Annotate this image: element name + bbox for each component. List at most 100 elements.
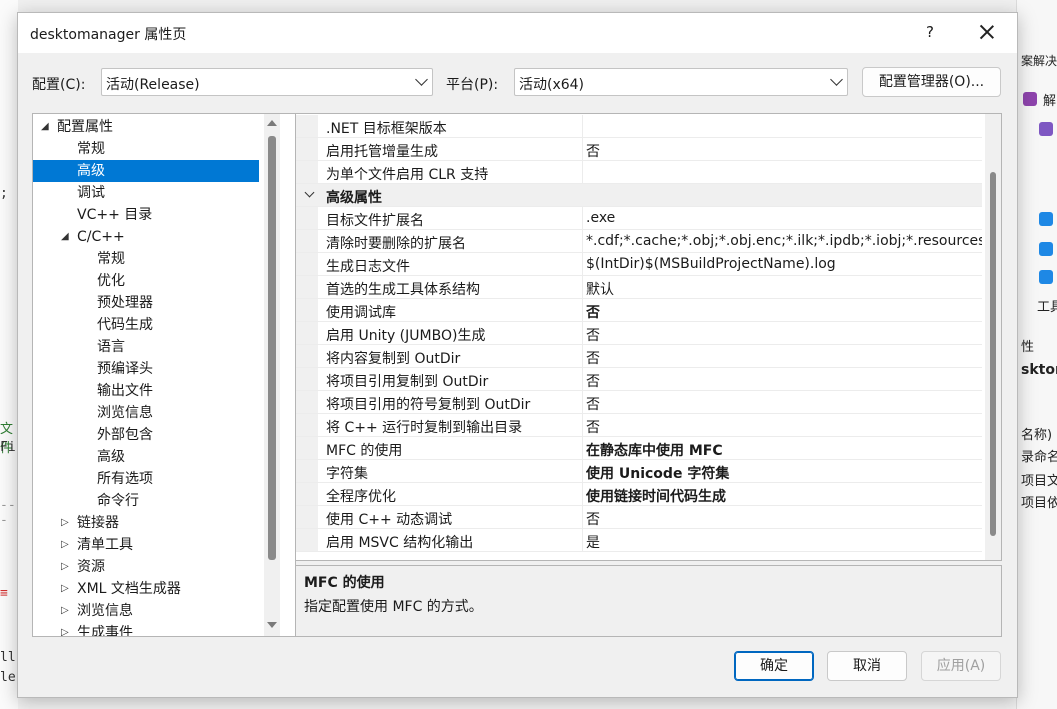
property-name: 启用 MSVC 结构化输出 xyxy=(326,535,474,551)
property-value[interactable]: 使用 Unicode 字符集 xyxy=(586,463,982,483)
tree-item[interactable]: VC++ 目录 xyxy=(33,204,259,226)
property-value[interactable]: 使用链接时间代码生成 xyxy=(586,486,982,506)
editor-fragment: ; xyxy=(0,186,8,201)
property-row[interactable]: 将 C++ 运行时复制到输出目录 否 xyxy=(296,414,982,437)
scroll-thumb[interactable] xyxy=(268,136,276,560)
tree-item[interactable]: 预处理器 xyxy=(33,292,259,314)
property-row[interactable]: 将内容复制到 OutDir 否 xyxy=(296,345,982,368)
tree-item[interactable]: ◢ 配置属性 xyxy=(33,116,259,138)
property-value[interactable]: 否 xyxy=(586,325,982,345)
tree-scrollbar[interactable] xyxy=(264,114,280,636)
config-manager-button[interactable]: 配置管理器(O)... xyxy=(862,67,1001,97)
property-row[interactable]: 全程序优化 使用链接时间代码生成 xyxy=(296,483,982,506)
grid-scrollbar[interactable] xyxy=(985,114,1001,560)
tree-item[interactable]: ▷ XML 文档生成器 xyxy=(33,578,259,600)
property-value[interactable]: 否 xyxy=(586,302,982,322)
expand-icon[interactable]: ▷ xyxy=(61,534,69,556)
column-separator xyxy=(582,161,583,183)
expand-icon[interactable]: ▷ xyxy=(61,622,69,636)
tree-item[interactable]: 所有选项 xyxy=(33,468,259,490)
property-value[interactable]: $(IntDir)$(MSBuildProjectName).log xyxy=(586,256,982,272)
column-separator xyxy=(582,460,583,482)
property-value[interactable]: *.cdf;*.cache;*.obj;*.obj.enc;*.ilk;*.ip… xyxy=(586,233,982,249)
tree-item[interactable]: 预编译头 xyxy=(33,358,259,380)
property-value[interactable]: 否 xyxy=(586,509,982,529)
property-row[interactable]: 清除时要删除的扩展名 *.cdf;*.cache;*.obj;*.obj.enc;… xyxy=(296,230,982,253)
category-row[interactable]: 高级属性 xyxy=(296,184,982,207)
property-name: .NET 目标框架版本 xyxy=(326,121,447,137)
tree-item[interactable]: ▷ 清单工具 xyxy=(33,534,259,556)
property-row[interactable]: 将项目引用复制到 OutDir 否 xyxy=(296,368,982,391)
property-value[interactable]: 是 xyxy=(586,532,982,552)
tree-item[interactable]: 调试 xyxy=(33,182,259,204)
property-value[interactable]: 否 xyxy=(586,371,982,391)
help-button[interactable]: ? xyxy=(920,23,940,43)
property-row[interactable]: 目标文件扩展名 .exe xyxy=(296,207,982,230)
expand-icon[interactable]: ▷ xyxy=(61,578,69,600)
tree-item[interactable]: 浏览信息 xyxy=(33,402,259,424)
file-icon xyxy=(1039,270,1053,284)
property-row[interactable]: 将项目引用的符号复制到 OutDir 否 xyxy=(296,391,982,414)
tree-item[interactable]: 高级 xyxy=(33,160,259,182)
collapse-icon[interactable]: ◢ xyxy=(41,116,49,138)
property-row[interactable]: 启用托管增量生成 否 xyxy=(296,138,982,161)
config-dropdown[interactable]: 活动(Release) xyxy=(101,68,433,96)
tree-item[interactable]: ▷ 浏览信息 xyxy=(33,600,259,622)
property-value[interactable]: 否 xyxy=(586,394,982,414)
ok-button[interactable]: 确定 xyxy=(734,651,814,681)
property-row[interactable]: MFC 的使用 在静态库中使用 MFC xyxy=(296,437,982,460)
tree-item[interactable]: ▷ 生成事件 xyxy=(33,622,259,636)
property-row[interactable]: .NET 目标框架版本 xyxy=(296,115,982,138)
property-name: MFC 的使用 xyxy=(326,443,403,459)
tree-item-label: 配置属性 xyxy=(57,119,113,135)
expand-icon[interactable]: ▷ xyxy=(61,556,69,578)
cancel-button[interactable]: 取消 xyxy=(827,651,907,681)
tree-item[interactable]: 高级 xyxy=(33,446,259,468)
column-separator xyxy=(582,299,583,321)
scroll-down-icon[interactable] xyxy=(267,622,277,628)
tree-item[interactable]: 语言 xyxy=(33,336,259,358)
tree-item[interactable]: 优化 xyxy=(33,270,259,292)
property-row[interactable]: 启用 MSVC 结构化输出 是 xyxy=(296,529,982,552)
platform-value: 活动(x64) xyxy=(519,77,585,93)
tree-item[interactable]: 常规 xyxy=(33,138,259,160)
apply-button[interactable]: 应用(A) xyxy=(921,651,1001,681)
property-row[interactable]: 使用调试库 否 xyxy=(296,299,982,322)
property-name: 全程序优化 xyxy=(326,489,396,505)
expand-icon[interactable]: ▷ xyxy=(61,600,69,622)
property-value[interactable]: 默认 xyxy=(586,279,982,299)
column-separator xyxy=(582,138,583,160)
row-gutter xyxy=(296,391,318,413)
tree-item-label: 常规 xyxy=(77,141,105,157)
property-row[interactable]: 启用 Unity (JUMBO)生成 否 xyxy=(296,322,982,345)
collapse-icon[interactable]: ◢ xyxy=(61,226,69,248)
tree-item[interactable]: ▷ 资源 xyxy=(33,556,259,578)
expand-icon[interactable]: ▷ xyxy=(61,512,69,534)
property-value[interactable]: .exe xyxy=(586,210,982,226)
chevron-down-icon[interactable] xyxy=(304,187,315,198)
tree-item[interactable]: 代码生成 xyxy=(33,314,259,336)
property-row[interactable]: 首选的生成工具体系结构 默认 xyxy=(296,276,982,299)
tree-item[interactable]: 常规 xyxy=(33,248,259,270)
property-value[interactable]: 在静态库中使用 MFC xyxy=(586,440,982,460)
property-value[interactable]: 否 xyxy=(586,141,982,161)
property-value[interactable]: 否 xyxy=(586,417,982,437)
property-row[interactable]: 使用 C++ 动态调试 否 xyxy=(296,506,982,529)
scroll-up-icon[interactable] xyxy=(267,120,277,126)
property-row[interactable]: 生成日志文件 $(IntDir)$(MSBuildProjectName).log xyxy=(296,253,982,276)
row-gutter xyxy=(296,322,318,344)
close-icon[interactable] xyxy=(976,21,998,43)
property-row[interactable]: 字符集 使用 Unicode 字符集 xyxy=(296,460,982,483)
property-value[interactable]: 否 xyxy=(586,348,982,368)
tree-item[interactable]: 外部包含 xyxy=(33,424,259,446)
platform-dropdown[interactable]: 活动(x64) xyxy=(514,68,848,96)
tree-item[interactable]: ▷ 链接器 xyxy=(33,512,259,534)
row-gutter xyxy=(296,138,318,160)
column-separator xyxy=(582,276,583,298)
scroll-thumb[interactable] xyxy=(990,172,996,536)
property-row[interactable]: 为单个文件启用 CLR 支持 xyxy=(296,161,982,184)
tree-item[interactable]: 输出文件 xyxy=(33,380,259,402)
tree-item-label: 预处理器 xyxy=(97,295,153,311)
tree-item[interactable]: 命令行 xyxy=(33,490,259,512)
tree-item[interactable]: ◢ C/C++ xyxy=(33,226,259,248)
